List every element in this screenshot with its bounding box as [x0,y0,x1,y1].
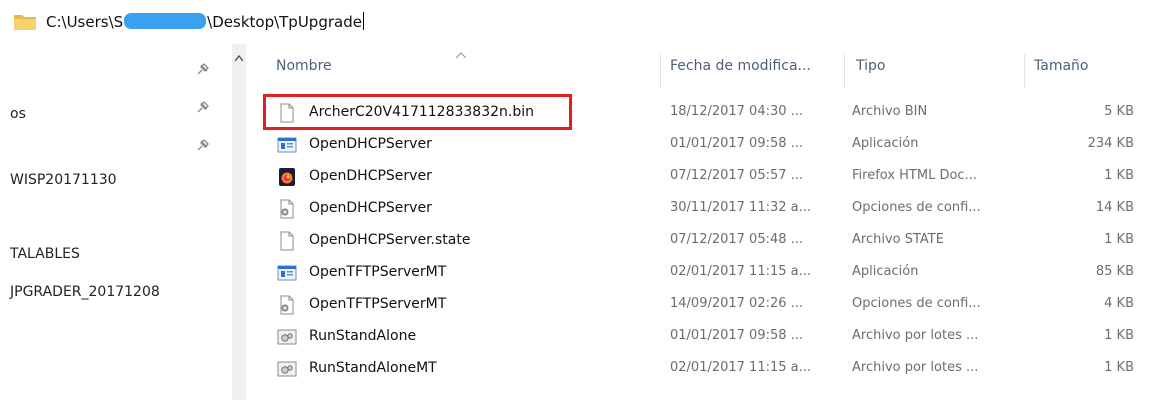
file-type: Opciones de confi... [852,296,981,311]
file-name: OpenTFTPServerMT [309,264,447,280]
scroll-up-arrow-icon[interactable] [235,55,243,63]
nav-item[interactable]: TALABLES [10,246,80,262]
file-type: Archivo STATE [852,232,944,247]
file-name: OpenDHCPServer.state [309,232,471,248]
address-bar[interactable]: C:\Users\S \Desktop\TpUpgrade [0,0,1155,44]
file-date: 02/01/2017 11:15 a... [670,264,812,279]
batch-file-icon [277,329,297,345]
config-file-icon [280,295,294,315]
text-caret [362,12,364,30]
config-file-icon [280,199,294,219]
file-row[interactable]: RunStandAlone 01/01/2017 09:58 ... Archi… [264,321,1144,353]
highlight-box [263,94,572,130]
file-date: 02/01/2017 11:15 a... [670,360,812,375]
file-date: 01/01/2017 09:58 ... [670,136,804,151]
column-divider[interactable] [660,54,661,88]
nav-scrollbar[interactable] [232,44,246,400]
column-divider[interactable] [844,54,845,88]
redaction-mark [124,13,207,29]
file-row[interactable]: OpenDHCPServer.state 07/12/2017 05:48 ..… [264,225,1144,257]
file-name: OpenTFTPServerMT [309,296,447,312]
firefox-html-icon [279,168,295,186]
file-date: 18/12/2017 04:30 ... [670,104,804,119]
pin-icon[interactable] [196,138,210,152]
file-size: 1 KB [1104,232,1134,247]
application-icon [277,265,297,281]
nav-item[interactable]: WISP20171130 [10,172,117,188]
blank-file-icon [280,231,294,251]
file-row[interactable]: OpenDHCPServer 30/11/2017 11:32 a... Opc… [264,193,1144,225]
pin-icon[interactable] [196,100,210,114]
file-size: 85 KB [1095,264,1134,279]
path-start: C:\Users\S [46,13,124,31]
file-date: 14/09/2017 02:26 ... [670,296,804,311]
file-size: 5 KB [1104,104,1134,119]
file-type: Aplicación [852,264,919,279]
navigation-pane: os WISP20171130 TALABLES JPGRADER_201712… [0,44,245,400]
file-name: RunStandAloneMT [309,360,437,376]
file-name: OpenDHCPServer [309,136,432,152]
column-header-date[interactable]: Fecha de modifica... [670,58,811,74]
batch-file-icon [277,361,297,377]
file-date: 01/01/2017 09:58 ... [670,328,804,343]
file-name: OpenDHCPServer [309,200,432,216]
file-row[interactable]: OpenDHCPServer 07/12/2017 05:57 ... Fire… [264,161,1144,193]
file-size: 1 KB [1104,168,1134,183]
file-row[interactable]: OpenTFTPServerMT 14/09/2017 02:26 ... Op… [264,289,1144,321]
column-header-type[interactable]: Tipo [856,58,885,74]
file-size: 234 KB [1087,136,1134,151]
file-type: Opciones de confi... [852,200,981,215]
pin-icon[interactable] [196,62,210,76]
address-path[interactable]: C:\Users\S \Desktop\TpUpgrade [46,12,364,31]
column-header-name[interactable]: Nombre [276,58,332,74]
file-size: 14 KB [1095,200,1134,215]
nav-item[interactable]: JPGRADER_20171208 [10,284,160,300]
folder-icon [14,15,36,30]
file-date: 30/11/2017 11:32 a... [670,200,812,215]
file-type: Archivo por lotes ... [852,360,979,375]
file-row[interactable]: RunStandAloneMT 02/01/2017 11:15 a... Ar… [264,353,1144,385]
nav-item[interactable]: os [10,106,26,122]
path-end: \Desktop\TpUpgrade [207,13,362,31]
file-row[interactable]: OpenTFTPServerMT 02/01/2017 11:15 a... A… [264,257,1144,289]
application-icon [277,137,297,153]
file-row[interactable]: OpenDHCPServer 01/01/2017 09:58 ... Apli… [264,129,1144,161]
column-header-size[interactable]: Tamaño [1034,58,1088,74]
sort-ascending-icon [456,52,466,59]
file-type: Archivo por lotes ... [852,328,979,343]
file-date: 07/12/2017 05:57 ... [670,168,804,183]
file-name: OpenDHCPServer [309,168,432,184]
file-type: Archivo BIN [852,104,928,119]
file-type: Aplicación [852,136,919,151]
column-divider[interactable] [1024,54,1025,88]
file-size: 1 KB [1104,360,1134,375]
file-type: Firefox HTML Doc... [852,168,977,183]
file-name: RunStandAlone [309,328,417,344]
file-size: 4 KB [1104,296,1134,311]
file-date: 07/12/2017 05:48 ... [670,232,804,247]
file-size: 1 KB [1104,328,1134,343]
